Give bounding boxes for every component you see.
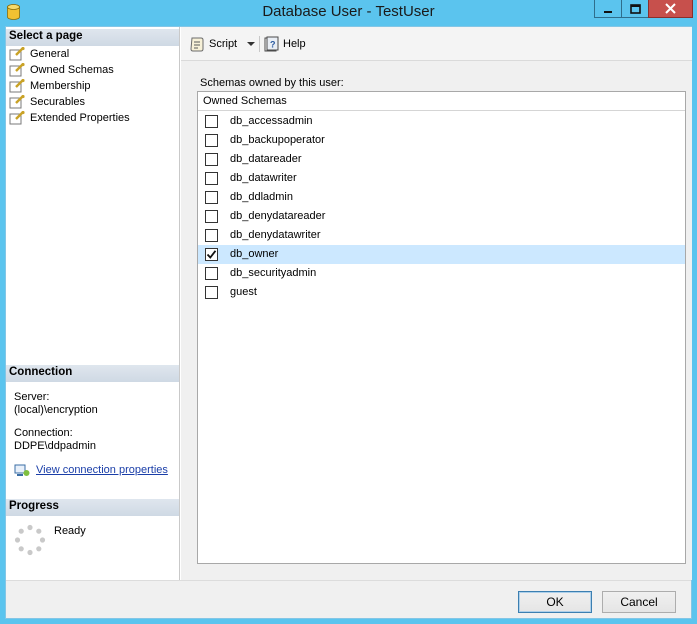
wrench-page-icon <box>9 63 25 77</box>
maximize-button[interactable] <box>621 0 648 18</box>
left-pane: Select a page General Owned Schemas Memb… <box>6 27 180 580</box>
view-connection-properties-link[interactable]: View connection properties <box>36 464 168 476</box>
ok-button[interactable]: OK <box>518 591 592 613</box>
help-label: Help <box>283 38 306 50</box>
table-row[interactable]: db_ddladmin <box>198 188 685 207</box>
schema-checkbox[interactable] <box>205 229 218 242</box>
wrench-page-icon <box>9 47 25 61</box>
schema-checkbox[interactable] <box>205 210 218 223</box>
table-row[interactable]: db_owner <box>198 245 685 264</box>
schema-name: db_backupoperator <box>230 134 325 146</box>
table-row[interactable]: db_accessadmin <box>198 112 685 131</box>
progress-spinner-icon <box>14 524 46 556</box>
close-icon <box>665 3 676 14</box>
minimize-button[interactable] <box>594 0 621 18</box>
minimize-icon <box>604 10 612 13</box>
schemas-owned-label: Schemas owned by this user: <box>200 77 344 89</box>
view-connection-properties[interactable]: View connection properties <box>14 463 168 477</box>
page-item-owned-schemas[interactable]: Owned Schemas <box>9 62 114 78</box>
schema-name: guest <box>230 286 257 298</box>
maximize-icon <box>629 3 641 14</box>
owned-schemas-grid[interactable]: Owned Schemas db_accessadmin db_backupope… <box>197 91 686 564</box>
server-value: (local)\encryption <box>14 404 98 416</box>
page-item-label: Securables <box>30 96 86 108</box>
select-page-header: Select a page <box>6 29 179 46</box>
wrench-page-icon <box>9 111 25 125</box>
schema-checkbox[interactable] <box>205 134 218 147</box>
toolbar-divider <box>259 36 260 52</box>
schema-checkbox[interactable] <box>205 172 218 185</box>
server-label: Server: <box>14 391 50 403</box>
page-item-general[interactable]: General <box>9 46 69 62</box>
page-item-label: Extended Properties <box>30 112 130 124</box>
table-row[interactable]: db_denydatareader <box>198 207 685 226</box>
schema-name: db_securityadmin <box>230 267 317 279</box>
table-row[interactable]: db_datareader <box>198 150 685 169</box>
connection-header: Connection <box>6 365 179 382</box>
window-title: Database User - TestUser <box>262 3 435 20</box>
wrench-page-icon <box>9 95 25 109</box>
schema-name: db_datawriter <box>230 172 297 184</box>
schema-name: db_ddladmin <box>230 191 293 203</box>
progress-header: Progress <box>6 499 179 516</box>
cancel-button[interactable]: Cancel <box>602 591 676 613</box>
schema-checkbox[interactable] <box>205 191 218 204</box>
title-bar[interactable]: Database User - TestUser <box>0 0 697 25</box>
schema-name: db_datareader <box>230 153 302 165</box>
schema-checkbox[interactable] <box>205 115 218 128</box>
schema-name: db_denydatareader <box>230 210 326 222</box>
script-button[interactable]: Script <box>189 36 256 52</box>
schema-checkbox[interactable] <box>205 267 218 280</box>
table-row[interactable]: db_datawriter <box>198 169 685 188</box>
page-item-label: Owned Schemas <box>30 64 114 76</box>
main-pane: Script ? Help Schemas owned by this user… <box>181 27 692 580</box>
page-item-label: Membership <box>30 80 91 92</box>
checkmark-icon <box>206 250 217 259</box>
page-item-extended-properties[interactable]: Extended Properties <box>9 110 130 126</box>
schema-checkbox[interactable] <box>205 286 218 299</box>
schema-checkbox[interactable] <box>205 153 218 166</box>
dialog-client: Select a page General Owned Schemas Memb… <box>5 26 692 619</box>
schema-checkbox[interactable] <box>205 248 218 261</box>
page-item-membership[interactable]: Membership <box>9 78 91 94</box>
dialog-footer: OK Cancel <box>6 580 691 618</box>
connection-label: Connection: <box>14 427 73 439</box>
help-button[interactable]: ? Help <box>263 36 306 52</box>
svg-text:?: ? <box>270 40 276 50</box>
schema-name: db_denydatawriter <box>230 229 321 241</box>
schema-name: db_owner <box>230 248 279 260</box>
column-header-label: Owned Schemas <box>203 95 287 107</box>
dialog-window: Database User - TestUser Select a page G… <box>0 0 697 624</box>
connection-properties-icon <box>14 464 30 476</box>
table-row[interactable]: db_securityadmin <box>198 264 685 283</box>
progress-status: Ready <box>54 525 86 537</box>
table-row[interactable]: guest <box>198 283 685 302</box>
script-label: Script <box>209 38 238 50</box>
connection-value: DDPE\ddpadmin <box>14 440 96 452</box>
script-icon <box>190 37 204 52</box>
schema-name: db_accessadmin <box>230 115 313 127</box>
chevron-down-icon[interactable] <box>247 42 256 46</box>
table-row[interactable]: db_denydatawriter <box>198 226 685 245</box>
page-item-securables[interactable]: Securables <box>9 94 85 110</box>
wrench-page-icon <box>9 79 25 93</box>
toolbar: Script ? Help <box>181 27 692 61</box>
page-item-label: General <box>30 48 70 60</box>
column-header-owned-schemas[interactable]: Owned Schemas <box>198 92 685 111</box>
close-button[interactable] <box>648 0 693 18</box>
table-row[interactable]: db_backupoperator <box>198 131 685 150</box>
help-icon: ? <box>264 36 279 52</box>
